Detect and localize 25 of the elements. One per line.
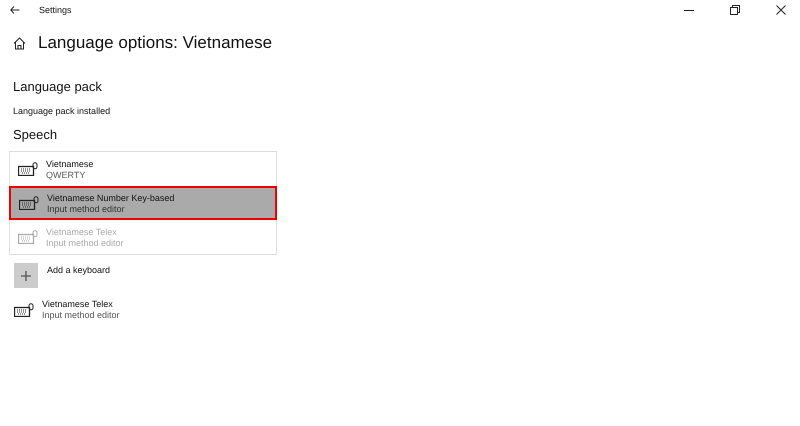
keyboard-icon xyxy=(19,196,39,210)
keyboard-icon xyxy=(18,230,38,244)
keyboard-name: Vietnamese Telex xyxy=(46,226,118,236)
add-button[interactable]: + xyxy=(14,263,38,288)
back-icon[interactable] xyxy=(10,6,20,14)
keyboard-detail: Input method editor xyxy=(46,238,124,248)
keyboard-name: Vietnamese Number Key-based xyxy=(47,192,174,202)
keyboard-name: Vietnamese Telex xyxy=(42,299,114,309)
restore-icon[interactable] xyxy=(730,5,740,15)
status-text: Language pack installed xyxy=(13,106,110,116)
keyboard-detail: Input method editor xyxy=(47,204,126,214)
keyboard-name: Vietnamese xyxy=(46,158,94,168)
keyboard-detail: Input method editor xyxy=(42,310,120,320)
section-heading: Speech xyxy=(13,127,58,142)
window-title: Settings xyxy=(39,5,72,15)
add-keyboard-label: Add a keyboard xyxy=(47,265,110,275)
keyboard-detail: QWERTY xyxy=(46,170,86,180)
dropdown-item[interactable]: Vietnamese QWERTY xyxy=(10,152,276,186)
close-icon[interactable] xyxy=(776,5,786,15)
page-title: Language options: Vietnamese xyxy=(38,33,272,53)
dropdown-item[interactable]: Vietnamese Number Key-based Input method editor xyxy=(9,186,277,220)
keyboard-icon xyxy=(18,162,38,176)
section-heading: Language pack xyxy=(13,79,102,94)
home-icon[interactable] xyxy=(13,36,26,50)
keyboard-icon xyxy=(14,302,34,316)
